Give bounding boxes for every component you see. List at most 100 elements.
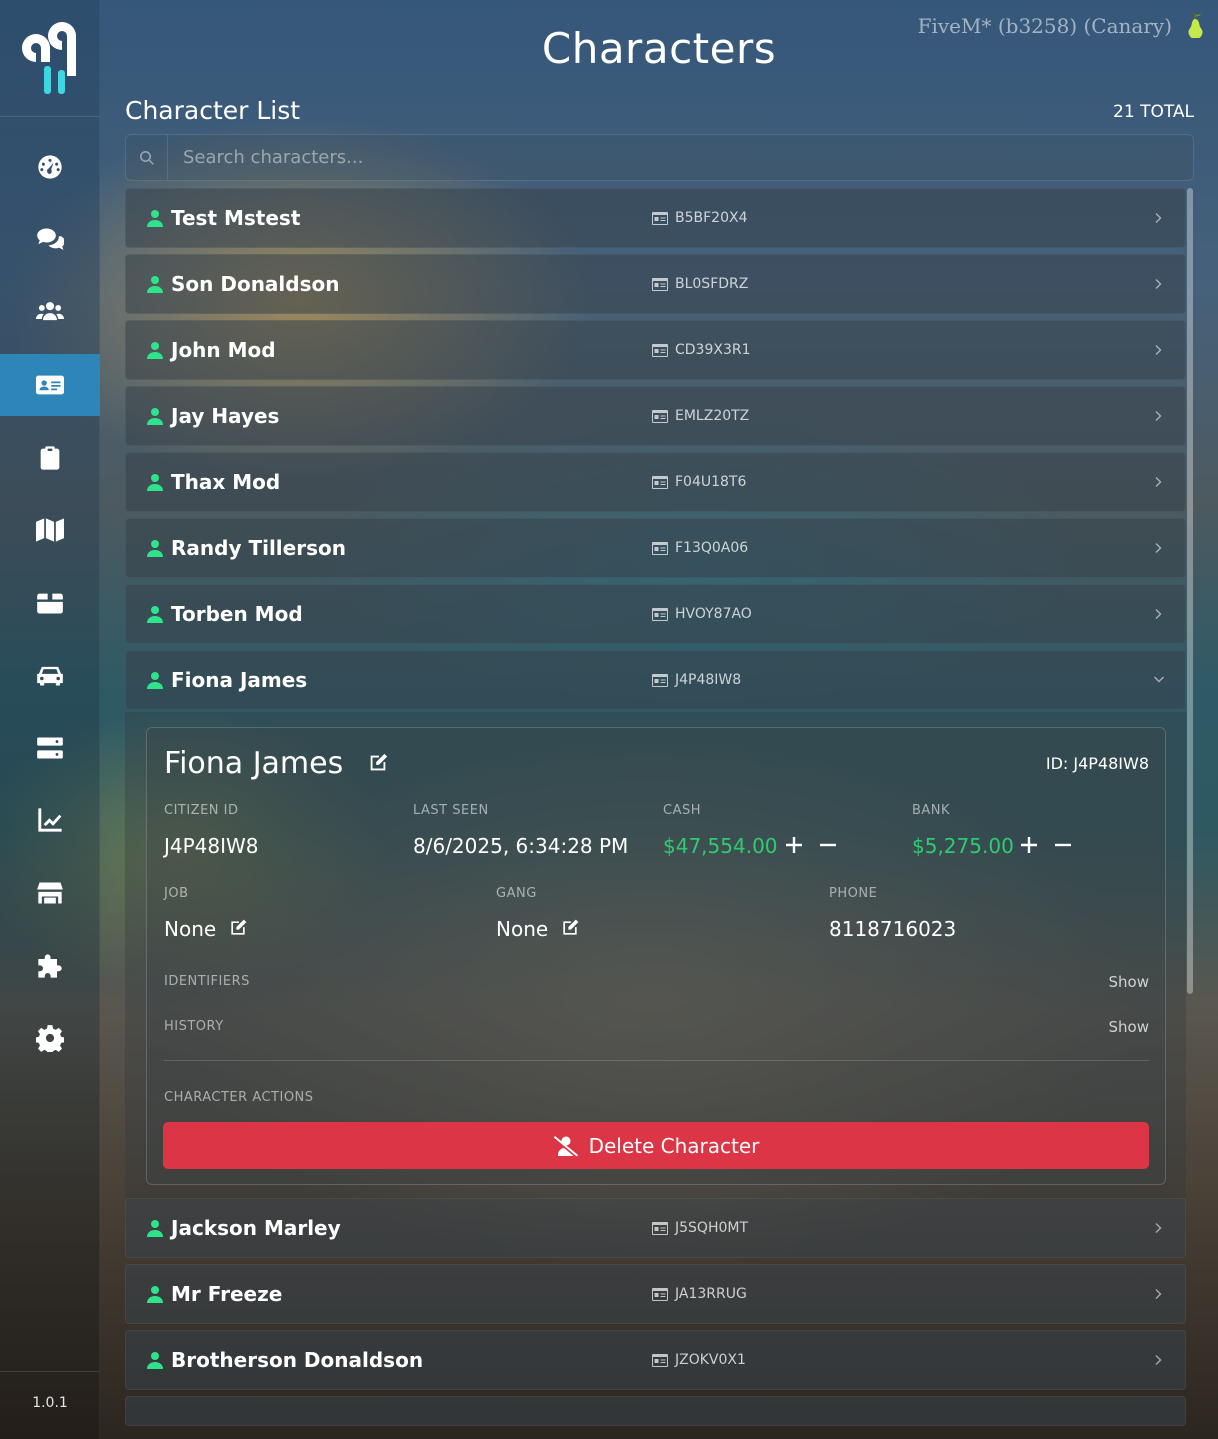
sidebar-item-store[interactable] [0, 862, 100, 924]
character-detail-panel: Fiona James ID: J4P48IW8 CITIZEN ID J4P4… [146, 727, 1166, 1185]
citizen-id: B5BF20X4 [675, 210, 748, 226]
sidebar-divider [0, 116, 100, 117]
chevron-right-icon [1155, 411, 1162, 421]
id-card-icon [652, 343, 668, 357]
chevron-right-icon [1155, 213, 1162, 223]
sidebar-item-plugins[interactable] [0, 935, 100, 997]
character-name: Jay Hayes [171, 404, 280, 428]
character-row[interactable]: John Mod CD39X3R1 [125, 320, 1186, 380]
character-row[interactable]: Torben Mod HVOY87AO [125, 584, 1186, 644]
sidebar-item-map[interactable] [0, 499, 100, 561]
sidebar-item-analytics[interactable] [0, 789, 100, 851]
search-input[interactable] [168, 135, 1193, 180]
sidebar-item-chat[interactable] [0, 208, 100, 270]
phone-label: PHONE [829, 886, 878, 901]
server-version: FiveM* (b3258) (Canary) [917, 14, 1172, 38]
character-row[interactable] [125, 1396, 1186, 1426]
scrollbar[interactable] [1187, 188, 1193, 994]
comments-icon [37, 228, 64, 250]
character-row[interactable]: Son Donaldson BL0SFDRZ [125, 254, 1186, 314]
character-row[interactable]: Fiona James J4P48IW8 [125, 650, 1186, 710]
logo[interactable] [18, 18, 82, 98]
sidebar-item-items[interactable] [0, 572, 100, 634]
character-name: Brotherson Donaldson [171, 1348, 424, 1372]
character-name: Thax Mod [171, 470, 281, 494]
person-icon [147, 672, 163, 689]
job-value: None [164, 917, 217, 941]
sidebar-item-server[interactable] [0, 717, 100, 779]
character-name: Randy Tillerson [171, 536, 346, 560]
sidebar-item-settings[interactable] [0, 1007, 100, 1069]
add-bank-icon[interactable] [1019, 835, 1039, 855]
detail-name: Fiona James [164, 746, 344, 781]
box-icon [37, 593, 63, 614]
pear-icon [1188, 12, 1203, 38]
history-show-link[interactable]: Show [1109, 1018, 1149, 1036]
person-icon [147, 540, 163, 557]
remove-cash-icon[interactable] [818, 835, 838, 855]
car-icon [37, 666, 63, 686]
id-card-icon [652, 1287, 668, 1301]
citizen-id: CD39X3R1 [675, 342, 751, 358]
divider [164, 1060, 1149, 1061]
add-cash-icon[interactable] [784, 835, 804, 855]
remove-bank-icon[interactable] [1053, 835, 1073, 855]
chart-line-icon [38, 808, 62, 832]
edit-gang-icon[interactable] [560, 918, 580, 938]
id-card-icon [652, 475, 668, 489]
character-name: Mr Freeze [171, 1282, 283, 1306]
cash-label: CASH [663, 803, 701, 818]
id-card-icon [36, 375, 64, 395]
person-icon [147, 408, 163, 425]
person-icon [147, 1220, 163, 1237]
character-name: Torben Mod [171, 602, 303, 626]
sidebar-item-reports[interactable] [0, 427, 100, 489]
chevron-right-icon [1155, 1223, 1162, 1233]
sidebar-item-characters[interactable] [0, 354, 100, 416]
bank-value: $5,275.00 [912, 834, 1014, 858]
sidebar-item-vehicles[interactable] [0, 644, 100, 706]
search-bar [125, 134, 1194, 181]
id-card-icon [652, 673, 668, 687]
person-icon [147, 1286, 163, 1303]
version-label: 1.0.1 [32, 1395, 68, 1411]
last-seen-value: 8/6/2025, 6:34:28 PM [413, 834, 629, 858]
character-row[interactable]: Jay Hayes EMLZ20TZ [125, 386, 1186, 446]
citizen-id: HVOY87AO [675, 606, 752, 622]
character-name: Jackson Marley [171, 1216, 341, 1240]
delete-character-button[interactable]: Delete Character [163, 1122, 1149, 1169]
character-row[interactable]: Jackson Marley J5SQH0MT [125, 1198, 1186, 1258]
chevron-right-icon [1155, 345, 1162, 355]
sidebar: 1.0.1 [0, 0, 100, 1439]
character-row[interactable]: Thax Mod F04U18T6 [125, 452, 1186, 512]
edit-name-icon[interactable] [367, 752, 389, 774]
gear-icon [36, 1025, 64, 1052]
chevron-right-icon [1155, 279, 1162, 289]
server-icon [37, 737, 63, 759]
character-row[interactable]: Mr Freeze JA13RRUG [125, 1264, 1186, 1324]
id-card-icon [652, 607, 668, 621]
person-icon [147, 342, 163, 359]
gauge-icon [38, 155, 62, 179]
search-icon [126, 135, 168, 180]
character-name: John Mod [171, 338, 276, 362]
id-card-icon [652, 1221, 668, 1235]
character-list-title: Character List [125, 96, 301, 125]
person-icon [147, 606, 163, 623]
identifiers-show-link[interactable]: Show [1109, 973, 1149, 991]
gang-label: GANG [496, 886, 537, 901]
job-label: JOB [164, 886, 189, 901]
citizen-id: J5SQH0MT [675, 1220, 749, 1236]
chevron-down-icon [1154, 676, 1164, 683]
sidebar-item-dashboard[interactable] [0, 136, 100, 198]
total-count: 21 TOTAL [1113, 102, 1194, 122]
sidebar-item-players[interactable] [0, 281, 100, 343]
last-seen-label: LAST SEEN [413, 803, 489, 818]
character-row[interactable]: Brotherson Donaldson JZOKV0X1 [125, 1330, 1186, 1390]
character-row[interactable]: Randy Tillerson F13Q0A06 [125, 518, 1186, 578]
character-name: Fiona James [171, 668, 308, 692]
user-slash-icon [553, 1135, 578, 1156]
edit-job-icon[interactable] [228, 918, 248, 938]
clipboard-icon [40, 446, 60, 470]
character-row[interactable]: Test Mstest B5BF20X4 [125, 188, 1186, 248]
